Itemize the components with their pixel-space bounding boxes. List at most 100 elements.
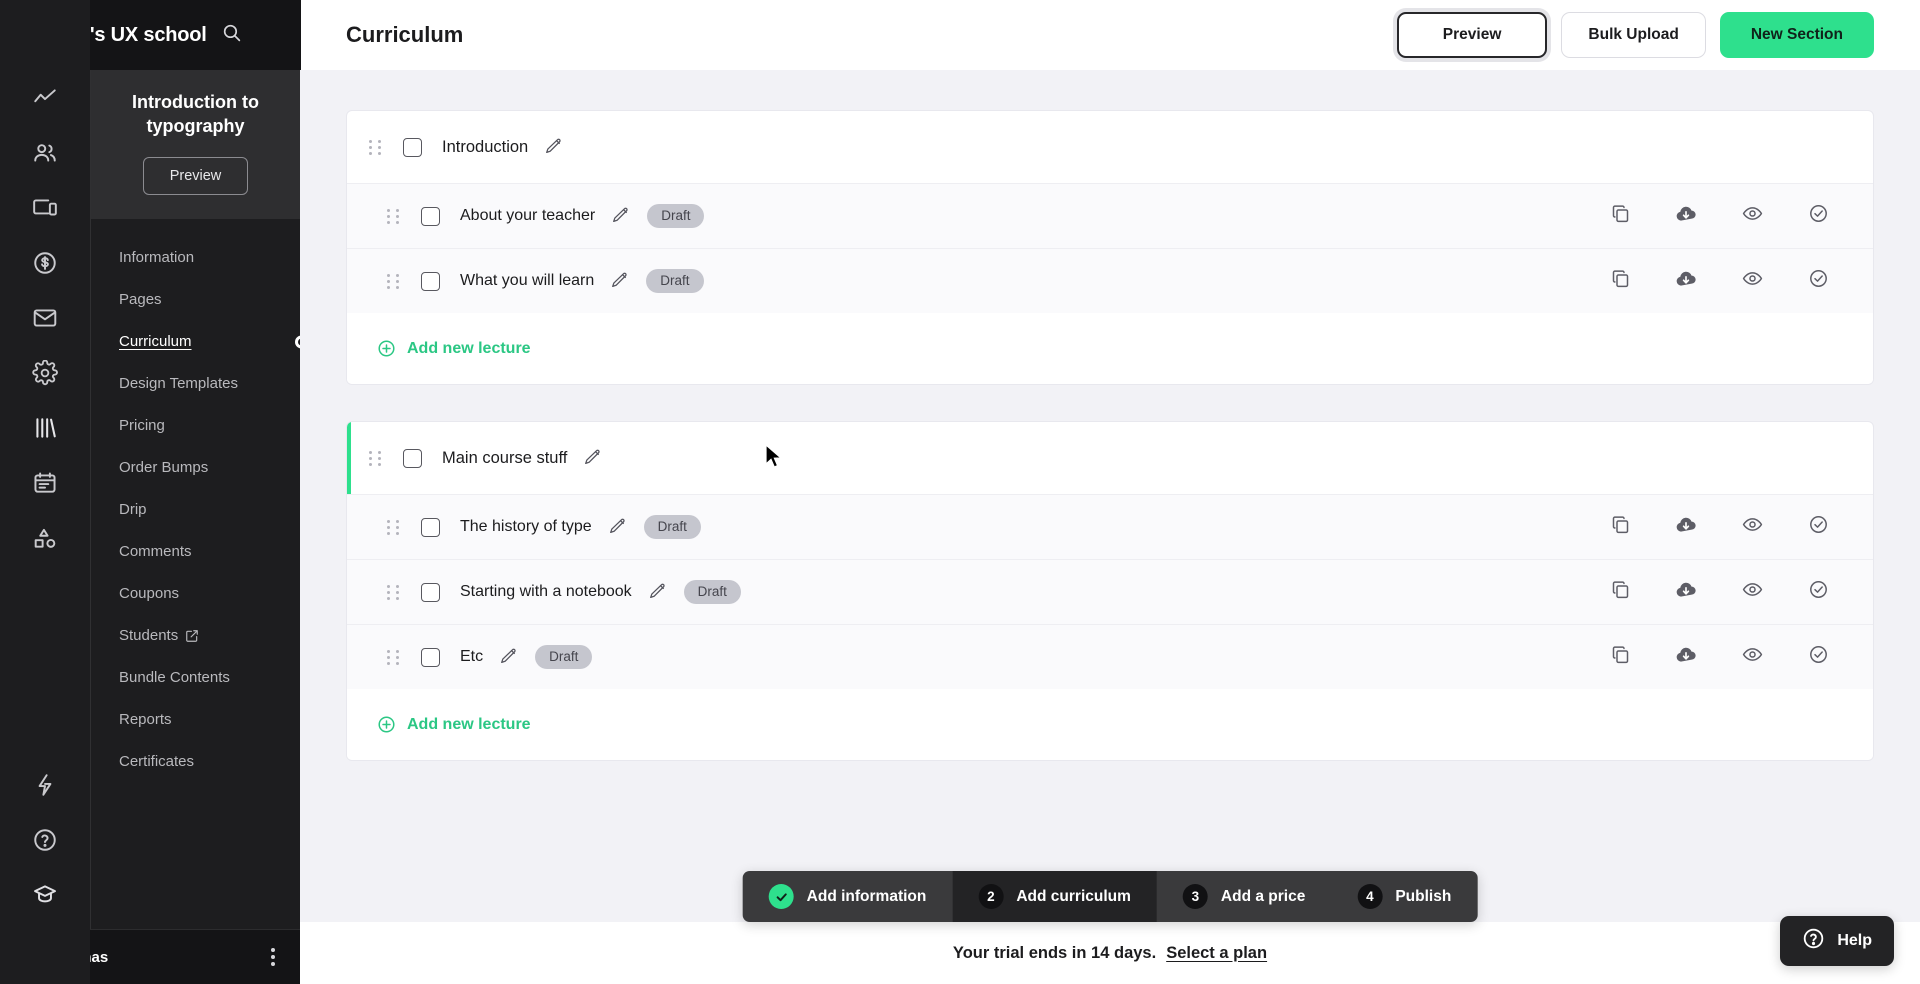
help-circle-icon — [32, 827, 58, 853]
sidebar-item-design-templates[interactable]: Design Templates — [91, 363, 300, 405]
rail-item-library[interactable] — [0, 400, 90, 455]
lecture-row[interactable]: Etc Draft — [347, 624, 1873, 689]
eye-button[interactable] — [1719, 579, 1785, 605]
help-button[interactable]: Help — [1780, 916, 1894, 966]
sidebar-item-curriculum[interactable]: Curriculum — [91, 321, 300, 363]
sidebar-item-comments[interactable]: Comments — [91, 531, 300, 573]
lecture-checkbox[interactable] — [421, 647, 440, 667]
lecture-checkbox[interactable] — [421, 206, 440, 226]
edit-lecture-pencil-icon[interactable] — [648, 583, 666, 601]
lecture-drag-handle[interactable] — [387, 648, 401, 666]
graduation-cap-icon — [32, 882, 58, 908]
check-circle-button[interactable] — [1785, 514, 1851, 540]
lecture-row[interactable]: About your teacher Draft — [347, 183, 1873, 248]
lecture-row[interactable]: Starting with a notebook Draft — [347, 559, 1873, 624]
edit-lecture-pencil-icon[interactable] — [611, 207, 629, 225]
edit-lecture-pencil-icon[interactable] — [610, 272, 628, 290]
step-add-curriculum[interactable]: 2 Add curriculum — [952, 871, 1157, 922]
step-complete-check-icon — [768, 884, 794, 909]
duplicate-button[interactable] — [1587, 268, 1653, 294]
cloud-download-button[interactable] — [1653, 644, 1719, 671]
step-add-a-price[interactable]: 3 Add a price — [1157, 871, 1331, 922]
rail-item-analytics[interactable] — [0, 70, 90, 125]
check-circle-button[interactable] — [1785, 203, 1851, 229]
search-button[interactable] — [221, 22, 242, 48]
lecture-title: Etc — [460, 648, 484, 665]
add-new-lecture-button[interactable]: Add new lecture — [347, 313, 1873, 384]
step-publish[interactable]: 4 Publish — [1331, 871, 1477, 922]
curriculum-scroll-area[interactable]: Introduction About your teacher Draft What … — [300, 70, 1920, 984]
cloud-download-icon — [1675, 644, 1697, 671]
lecture-drag-handle[interactable] — [387, 272, 401, 290]
sidebar-item-order-bumps[interactable]: Order Bumps — [91, 447, 300, 489]
sidebar-item-coupons[interactable]: Coupons — [91, 573, 300, 615]
duplicate-button[interactable] — [1587, 203, 1653, 229]
status-badge: Draft — [647, 204, 705, 228]
rail-item-quick-actions[interactable] — [0, 757, 90, 812]
edit-section-pencil-icon[interactable] — [544, 138, 562, 156]
sidebar-item-drip[interactable]: Drip — [91, 489, 300, 531]
lecture-title: What you will learn — [460, 272, 595, 289]
lecture-checkbox[interactable] — [421, 582, 440, 602]
rail-item-payments[interactable] — [0, 235, 90, 290]
section-title: Introduction — [442, 137, 529, 156]
lecture-row[interactable]: The history of type Draft — [347, 494, 1873, 559]
duplicate-icon — [1610, 514, 1631, 540]
lecture-checkbox[interactable] — [421, 271, 440, 291]
rail-item-mail[interactable] — [0, 290, 90, 345]
rail-item-devices[interactable] — [0, 180, 90, 235]
edit-lecture-pencil-icon[interactable] — [608, 518, 626, 536]
sidebar-item-label: Students — [119, 626, 179, 644]
rail-item-shapes[interactable] — [0, 510, 90, 565]
lecture-drag-handle[interactable] — [387, 518, 401, 536]
eye-button[interactable] — [1719, 203, 1785, 229]
rail-item-audience[interactable] — [0, 125, 90, 180]
sidebar-item-pricing[interactable]: Pricing — [91, 405, 300, 447]
sidebar-item-certificates[interactable]: Certificates — [91, 741, 300, 783]
check-circle-button[interactable] — [1785, 644, 1851, 670]
edit-lecture-pencil-icon[interactable] — [499, 648, 517, 666]
rail-item-settings[interactable] — [0, 345, 90, 400]
select-a-plan-link[interactable]: Select a plan — [1166, 944, 1267, 963]
eye-icon — [1742, 644, 1763, 670]
check-circle-button[interactable] — [1785, 268, 1851, 294]
cloud-download-button[interactable] — [1653, 268, 1719, 295]
eye-button[interactable] — [1719, 644, 1785, 670]
section-checkbox[interactable] — [403, 448, 422, 468]
sidebar-item-label: Order Bumps — [119, 458, 209, 476]
duplicate-button[interactable] — [1587, 514, 1653, 540]
lecture-drag-handle[interactable] — [387, 207, 401, 225]
sidebar-item-information[interactable]: Information — [91, 237, 300, 279]
user-menu-button[interactable] — [263, 942, 283, 972]
rail-item-calendar[interactable] — [0, 455, 90, 510]
cloud-download-button[interactable] — [1653, 203, 1719, 230]
new-section-button[interactable]: New Section — [1719, 12, 1874, 58]
sidebar-item-pages[interactable]: Pages — [91, 279, 300, 321]
settings-gear-icon — [32, 359, 58, 386]
rail-item-help[interactable] — [0, 812, 90, 867]
section-drag-handle[interactable] — [369, 449, 383, 467]
sidebar-item-bundle-contents[interactable]: Bundle Contents — [91, 657, 300, 699]
cloud-download-button[interactable] — [1653, 514, 1719, 541]
eye-button[interactable] — [1719, 514, 1785, 540]
bulk-upload-button[interactable]: Bulk Upload — [1561, 12, 1706, 58]
add-new-lecture-button[interactable]: Add new lecture — [347, 689, 1873, 760]
lecture-row[interactable]: What you will learn Draft — [347, 248, 1873, 313]
duplicate-button[interactable] — [1587, 644, 1653, 670]
sidebar-item-students[interactable]: Students — [91, 615, 300, 657]
section-drag-handle[interactable] — [369, 138, 383, 156]
check-circle-button[interactable] — [1785, 579, 1851, 605]
course-preview-button[interactable]: Preview — [142, 156, 249, 195]
section-checkbox[interactable] — [403, 137, 422, 157]
rail-item-courses[interactable] — [0, 867, 90, 922]
sidebar-item-reports[interactable]: Reports — [91, 699, 300, 741]
eye-button[interactable] — [1719, 268, 1785, 294]
cloud-download-button[interactable] — [1653, 579, 1719, 606]
step-add-information[interactable]: Add information — [743, 871, 953, 922]
lecture-checkbox[interactable] — [421, 517, 440, 537]
preview-button[interactable]: Preview — [1396, 12, 1548, 58]
edit-section-pencil-icon[interactable] — [583, 449, 601, 467]
lecture-drag-handle[interactable] — [387, 583, 401, 601]
section-card: Main course stuff The history of type Draf… — [346, 421, 1874, 761]
duplicate-button[interactable] — [1587, 579, 1653, 605]
